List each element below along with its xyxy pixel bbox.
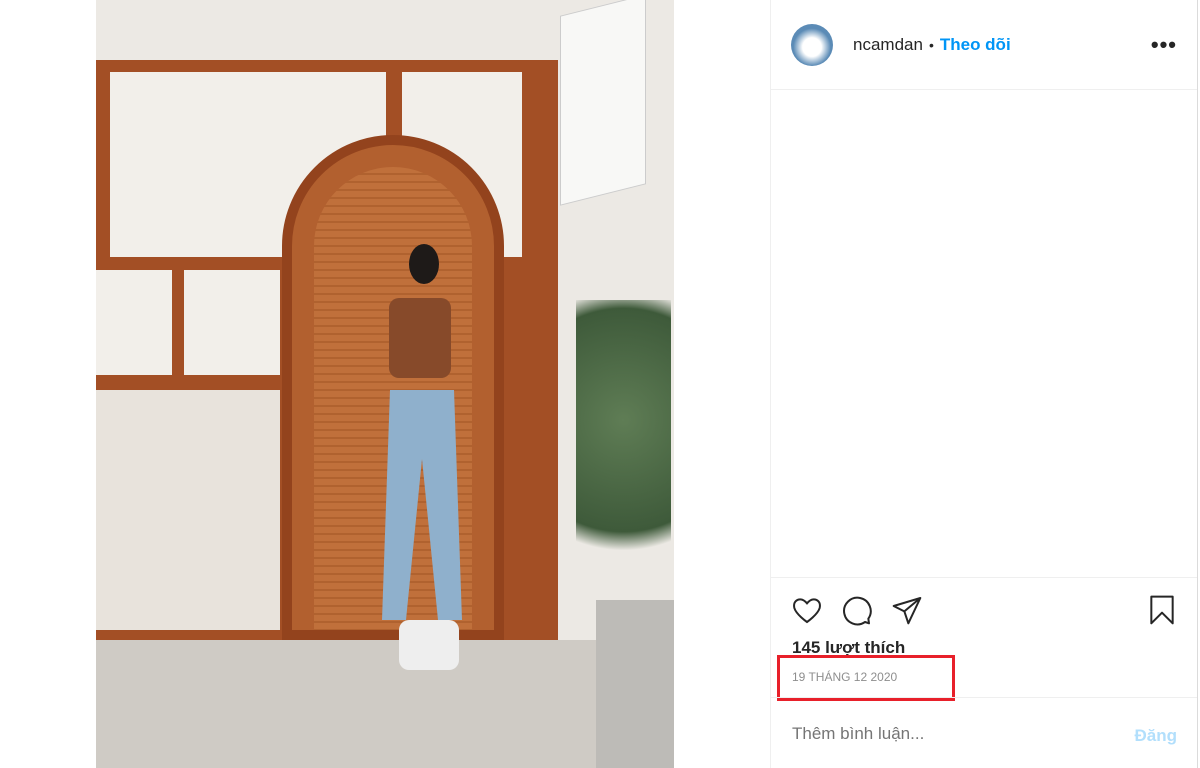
post-actions: 145 lượt thích 19 THÁNG 12 2020	[771, 577, 1197, 701]
post-date[interactable]: 19 THÁNG 12 2020	[792, 670, 897, 684]
post-header: ncamdan • Theo dõi •••	[771, 0, 1197, 90]
heart-icon[interactable]	[791, 594, 823, 626]
photo-plant	[576, 300, 671, 600]
comment-icon[interactable]	[841, 594, 873, 626]
share-icon[interactable]	[891, 594, 923, 626]
bookmark-icon[interactable]	[1147, 594, 1177, 626]
more-options-icon[interactable]: •••	[1151, 32, 1177, 58]
avatar[interactable]	[791, 23, 833, 66]
username-link[interactable]: ncamdan	[853, 35, 923, 55]
post-side-panel: ncamdan • Theo dõi ••• 145 lượt thích 19…	[770, 0, 1198, 768]
follow-button[interactable]: Theo dõi	[940, 35, 1011, 55]
post-comment-button[interactable]: Đăng	[1135, 726, 1178, 746]
separator-dot: •	[928, 36, 934, 53]
post-photo[interactable]	[96, 0, 674, 768]
comment-bar: Đăng	[771, 697, 1197, 768]
photo-person	[354, 240, 464, 680]
photo-sign	[560, 0, 646, 206]
photo-pot	[596, 600, 674, 768]
comment-input[interactable]	[792, 724, 1092, 744]
